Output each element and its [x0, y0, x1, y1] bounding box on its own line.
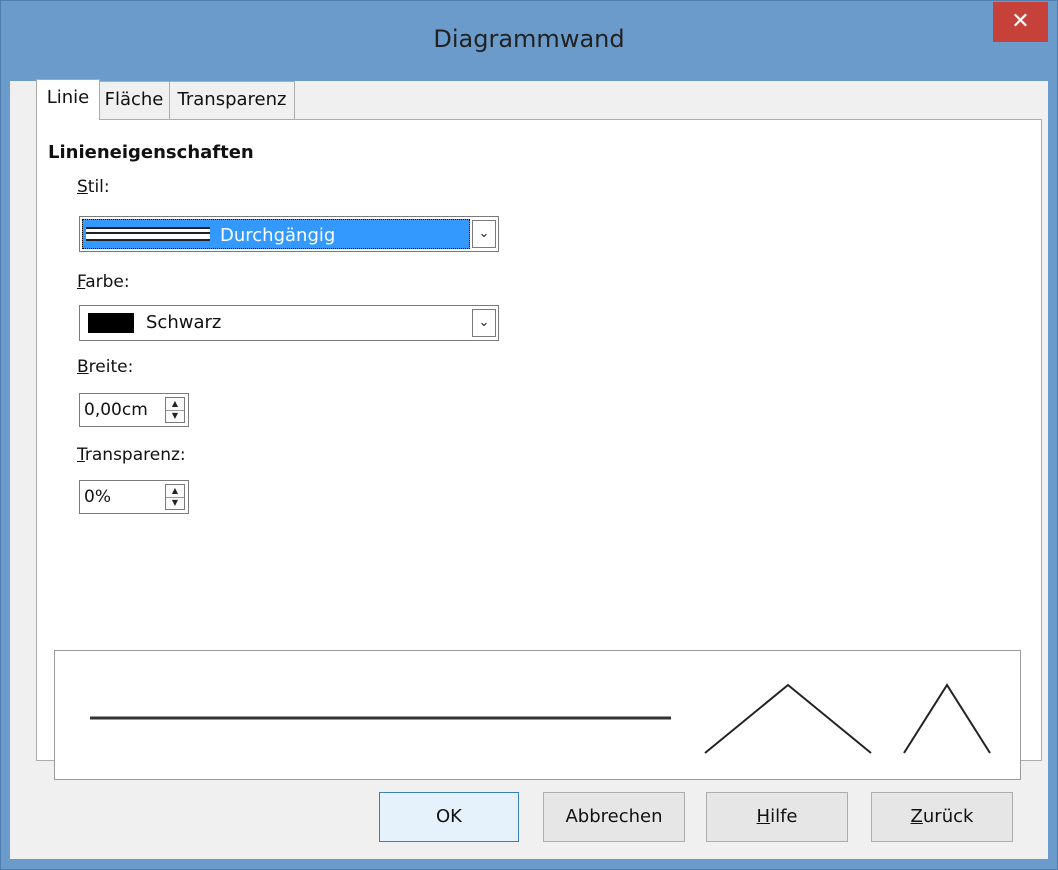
title-bar[interactable]: Diagrammwand ✕ — [1, 1, 1057, 81]
color-label: Farbe: — [77, 272, 130, 292]
spin-down-icon[interactable]: ▼ — [166, 497, 184, 509]
width-stepper[interactable]: 0,00cm ▲ ▼ — [79, 393, 189, 427]
help-button[interactable]: Hilfe — [706, 792, 848, 842]
window-title: Diagrammwand — [433, 25, 625, 53]
tab-transparenz[interactable]: Transparenz — [169, 81, 295, 120]
color-swatch — [88, 313, 134, 333]
preview-narrow-angle-line — [903, 683, 991, 754]
preview-wide-angle-line — [704, 683, 872, 754]
section-heading: Linieneigenschaften — [48, 142, 254, 163]
solid-line-icon — [86, 227, 210, 241]
transparency-stepper[interactable]: 0% ▲ ▼ — [79, 480, 189, 514]
cancel-button[interactable]: Abbrechen — [543, 792, 685, 842]
transparency-label: Transparenz: — [77, 445, 186, 465]
reset-button[interactable]: Zurück — [871, 792, 1013, 842]
width-value: 0,00cm — [84, 400, 148, 420]
color-dropdown[interactable]: Schwarz ⌄ — [79, 305, 499, 341]
dialog-window: Diagrammwand ✕ Linie Fläche Transparenz … — [0, 0, 1058, 870]
width-spin-buttons: ▲ ▼ — [165, 397, 185, 423]
tab-panel-linie: Linieneigenschaften Stil: Durchgängig ⌄ … — [36, 119, 1042, 780]
ok-button[interactable]: OK — [379, 792, 519, 842]
transparency-value: 0% — [84, 487, 111, 507]
style-value: Durchgängig — [220, 225, 336, 246]
transparency-spin-buttons: ▲ ▼ — [165, 484, 185, 510]
chevron-down-icon[interactable]: ⌄ — [472, 220, 496, 248]
line-preview-graphic — [90, 683, 991, 754]
close-button[interactable]: ✕ — [993, 2, 1048, 42]
style-label: Stil: — [77, 177, 110, 197]
style-dropdown[interactable]: Durchgängig ⌄ — [79, 216, 499, 252]
color-value: Schwarz — [146, 312, 222, 333]
line-preview-panel — [54, 650, 1021, 780]
spin-down-icon[interactable]: ▼ — [166, 410, 184, 422]
dialog-client: Linie Fläche Transparenz Linieneigenscha… — [10, 79, 1048, 859]
close-icon: ✕ — [1011, 9, 1030, 34]
tab-linie[interactable]: Linie — [36, 79, 100, 120]
tab-flaeche[interactable]: Fläche — [98, 81, 170, 120]
style-selection: Durchgängig — [82, 219, 470, 249]
width-label: Breite: — [77, 357, 134, 377]
chevron-down-icon[interactable]: ⌄ — [472, 309, 496, 337]
